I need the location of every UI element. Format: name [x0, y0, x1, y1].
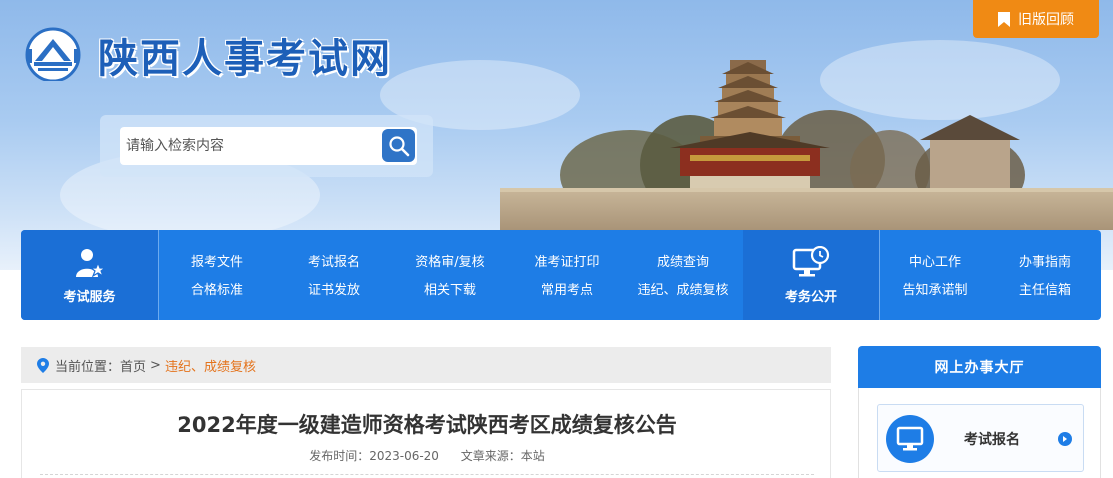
sidebar-header: 网上办事大厅: [858, 346, 1101, 388]
nav-link-registration[interactable]: 考试报名: [308, 251, 360, 270]
old-version-label: 旧版回顾: [1018, 12, 1074, 28]
breadcrumb-current[interactable]: 违纪、成绩复核: [165, 356, 256, 375]
nav-link-pass-standard[interactable]: 合格标准: [191, 279, 243, 298]
breadcrumb-home[interactable]: 首页: [120, 356, 146, 375]
article-source: 文章来源：本站: [460, 449, 545, 463]
nav-link-director-mailbox[interactable]: 主任信箱: [1019, 279, 1071, 298]
main-nav: 考试服务 报考文件 考试报名 资格审/复核 准考证打印 成绩查询 合格标准 证书…: [21, 230, 1101, 320]
nav-link-exam-sites[interactable]: 常用考点: [541, 279, 593, 298]
nav-link-center-work[interactable]: 中心工作: [909, 251, 961, 270]
nav-link-apply-docs[interactable]: 报考文件: [191, 251, 243, 270]
arrow-right-icon: [1058, 432, 1072, 446]
monitor-icon-wrapper: [886, 415, 934, 463]
article-panel: 2022年度一级建造师资格考试陕西考区成绩复核公告 发布时间：2023-06-2…: [21, 389, 831, 478]
breadcrumb: 当前位置： 首页 > 违纪、成绩复核: [21, 347, 831, 383]
sidebar-panel: 考试报名: [858, 388, 1101, 478]
article-divider: [40, 474, 814, 475]
site-title: 陕西人事考试网: [98, 36, 392, 82]
breadcrumb-prefix: 当前位置：: [55, 359, 121, 375]
search-box: [100, 115, 433, 177]
nav-divider: [879, 230, 880, 320]
search-icon: [388, 135, 409, 156]
monitor-icon: [896, 426, 924, 451]
search-button[interactable]: [382, 129, 415, 162]
nav-link-score-query[interactable]: 成绩查询: [657, 251, 709, 270]
logo-emblem-icon: [25, 27, 81, 81]
article-meta: 发布时间：2023-06-20 文章来源：本站: [22, 447, 832, 464]
search-input[interactable]: [120, 127, 417, 165]
nav-section-exam-service[interactable]: 考试服务: [21, 230, 158, 320]
nav-section-label: 考务公开: [784, 289, 837, 305]
monitor-clock-icon: [792, 245, 830, 276]
nav-link-commitment[interactable]: 告知承诺制: [902, 279, 967, 298]
bookmark-icon: [998, 11, 1010, 27]
person-star-icon: [75, 248, 107, 277]
nav-section-label: 考试服务: [63, 289, 116, 305]
article-title: 2022年度一级建造师资格考试陕西考区成绩复核公告: [177, 413, 677, 437]
nav-link-admission-print[interactable]: 准考证打印: [534, 251, 599, 270]
publish-time: 发布时间：2023-06-20: [309, 449, 439, 463]
location-pin-icon: [37, 357, 49, 373]
nav-link-score-recheck[interactable]: 违纪、成绩复核: [637, 279, 728, 298]
nav-divider: [158, 230, 159, 320]
sidebar-card-label: 考试报名: [964, 432, 1020, 448]
pagoda-illustration: [500, 60, 1113, 230]
nav-link-service-guide[interactable]: 办事指南: [1019, 251, 1071, 270]
nav-link-downloads[interactable]: 相关下载: [424, 279, 476, 298]
nav-section-exam-public[interactable]: 考务公开: [743, 230, 879, 320]
nav-link-qualification-review[interactable]: 资格审/复核: [415, 251, 484, 270]
old-version-button[interactable]: 旧版回顾: [973, 0, 1099, 38]
nav-link-certificate[interactable]: 证书发放: [308, 279, 360, 298]
sidebar-card-registration[interactable]: 考试报名: [877, 404, 1084, 472]
breadcrumb-separator: >: [150, 357, 161, 373]
